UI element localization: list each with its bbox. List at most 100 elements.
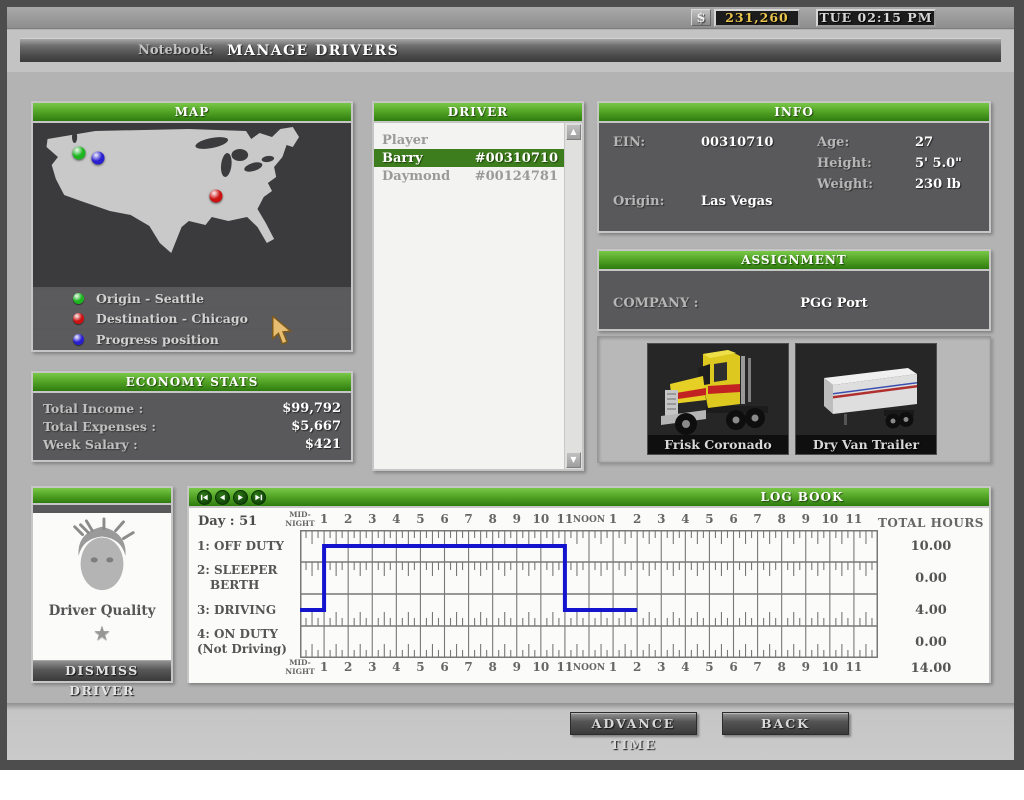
trailer-image [796, 344, 936, 435]
driver-row[interactable]: Player [374, 131, 564, 149]
assignment-body: COMPANY : PGG Port [599, 271, 989, 329]
legend-label: Progress position [96, 332, 219, 347]
datetime-display: TUE 02:15 PM [816, 9, 936, 27]
logbook-row-label-line: (Not Driving) [197, 642, 297, 657]
age-label: Age: [817, 135, 849, 150]
height-label: Height: [817, 156, 872, 171]
scroll-up-icon[interactable]: ▲ [566, 124, 581, 140]
day-label: Day : 51 [198, 514, 257, 529]
logbook-total-value: 10.00 [876, 539, 986, 554]
map-legend-row: Progress position [33, 330, 351, 349]
economy-label: Week Salary : [43, 437, 138, 452]
legend-dot-icon [73, 313, 84, 324]
assignment-panel-header: ASSIGNMENT [599, 251, 989, 271]
age-value: 27 [915, 135, 933, 150]
map-marker-progress [92, 152, 105, 165]
map-panel-header: MAP [33, 103, 351, 123]
map-panel: MAP Origin - SeattleDestination - Chicag… [31, 101, 353, 352]
logbook-total-value: 4.00 [876, 603, 986, 618]
trailer-image-box: Dry Van Trailer [795, 343, 937, 455]
next-day-button[interactable] [233, 490, 248, 505]
hour-axis-top: MID-NIGHT1234567891011NOON1234567891011 [300, 510, 878, 530]
driver-row[interactable]: Daymond #00124781 [374, 167, 564, 185]
economy-row: Week Salary : $421 [43, 435, 341, 453]
economy-row: Total Income :$99,792 [43, 399, 341, 417]
hour-label: 11 [832, 512, 876, 526]
economy-value: $5,667 [291, 419, 341, 434]
driver-name: Daymond [382, 169, 450, 184]
legend-dot-icon [73, 293, 84, 304]
logbook-row-label-line: 3: DRIVING [197, 603, 297, 618]
prev-day-button[interactable] [215, 490, 230, 505]
height-value: 5' 5.0" [915, 156, 962, 171]
driver-name: Barry [382, 151, 423, 166]
origin-label: Origin: [613, 194, 664, 209]
ein-value: 00310710 [701, 135, 773, 150]
status-bar: $ 231,260 TUE 02:15 PM [7, 7, 1014, 29]
economy-stats-panel: ECONOMY STATS Total Income :$99,792Total… [31, 371, 353, 462]
driver-quality-body: Driver Quality ★ [33, 513, 171, 671]
driver-rows: Player Barry #00310710 Daymond #00124781 [374, 123, 564, 185]
logbook-row-label: 4: ON DUTY(Not Driving) [197, 626, 297, 658]
logbook-row-label-line: BERTH [197, 578, 297, 593]
scroll-down-icon[interactable]: ▼ [566, 452, 581, 468]
info-panel-header: INFO [599, 103, 989, 123]
legend-label: Origin - Seattle [96, 291, 204, 306]
truck-image [648, 344, 788, 435]
advance-time-button[interactable]: ADVANCE TIME [570, 712, 697, 735]
driver-quality-header [33, 488, 171, 505]
map-area [33, 123, 351, 287]
driver-quality-stars: ★ [33, 623, 171, 643]
total-hours-label: TOTAL HOURS [876, 516, 986, 530]
map-legend-row: Origin - Seattle [33, 289, 351, 308]
vehicles-zone: Frisk Coronado Dry Van Trailer [597, 336, 991, 463]
notebook-prefix: Notebook: [138, 43, 213, 58]
hour-axis-bottom: MID-NIGHT1234567891011NOON1234567891011 [300, 658, 878, 678]
legend-dot-icon [73, 334, 84, 345]
last-day-button[interactable] [251, 490, 266, 505]
map-marker-origin [73, 147, 86, 160]
first-day-button[interactable] [197, 490, 212, 505]
logbook-total-value: 0.00 [876, 635, 986, 650]
logbook-row-label: 3: DRIVING [197, 594, 297, 626]
driver-row[interactable]: Barry #00310710 [374, 149, 564, 167]
logbook-total-value: 0.00 [876, 571, 986, 586]
economy-value: $421 [305, 437, 341, 452]
page-title: MANAGE DRIVERS [227, 43, 399, 59]
back-button[interactable]: BACK [722, 712, 849, 735]
driver-list-scrollbar[interactable]: ▲ ▼ [564, 123, 582, 469]
dismiss-driver-button[interactable]: DISMISS DRIVER [33, 660, 171, 681]
logbook-nav [197, 490, 266, 505]
driver-quality-panel: Driver Quality ★ DISMISS DRIVER [31, 486, 173, 683]
notebook-zone: Notebook: MANAGE DRIVERS [7, 30, 1014, 72]
logbook-row-label-line: 4: ON DUTY [197, 627, 297, 642]
game-screen: $ 231,260 TUE 02:15 PM Notebook: MANAGE … [0, 0, 1024, 770]
driver-name: Player [382, 133, 428, 148]
driver-id: #00310710 [475, 151, 558, 166]
dollar-icon: $ [691, 9, 711, 26]
economy-rows: Total Income :$99,792Total Expenses :$5,… [33, 393, 351, 453]
driver-panel-header: DRIVER [374, 103, 582, 123]
economy-row: Total Expenses :$5,667 [43, 417, 341, 435]
truck-image-box: Frisk Coronado [647, 343, 789, 455]
info-panel: INFO EIN: 00310710 Age: 27 Height: 5' 5.… [597, 101, 991, 233]
money-display: 231,260 [714, 9, 800, 27]
origin-value: Las Vegas [701, 194, 772, 209]
logbook-panel-header: LOG BOOK [189, 488, 989, 508]
footer-bar: ADVANCE TIME BACK [7, 703, 1014, 760]
hour-label: 11 [832, 660, 876, 674]
driver-avatar [63, 513, 141, 601]
weight-value: 230 lb [915, 177, 961, 192]
info-body: EIN: 00310710 Age: 27 Height: 5' 5.0" We… [599, 123, 989, 231]
trailer-caption: Dry Van Trailer [796, 435, 936, 454]
driver-id: #00124781 [475, 169, 558, 184]
logbook-row-label: 1: OFF DUTY [197, 530, 297, 562]
driver-list: Player Barry #00310710 Daymond #00124781 ▲ ▼ [374, 123, 582, 469]
economy-value: $99,792 [282, 401, 341, 416]
company-label: COMPANY : [613, 296, 698, 311]
map-marker-destination [209, 189, 222, 202]
logbook-title: LOG BOOK [747, 488, 857, 506]
map-legend: Origin - SeattleDestination - ChicagoPro… [33, 289, 351, 349]
logbook-body: Day : 51 MID-NIGHT1234567891011NOON12345… [189, 508, 989, 683]
game-screenshot: $ 231,260 TUE 02:15 PM Notebook: MANAGE … [0, 0, 1024, 800]
